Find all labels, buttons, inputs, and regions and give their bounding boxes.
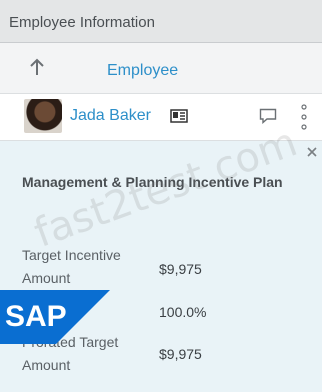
business-card-icon[interactable] [170, 109, 188, 123]
field-value-proration: 100.0% [159, 304, 207, 320]
field-value-target-incentive: $9,975 [159, 261, 202, 277]
employee-row: Jada Baker [0, 94, 322, 141]
more-options-icon[interactable] [300, 102, 308, 132]
panel-title: Employee Information [9, 14, 155, 31]
arrow-up-icon[interactable] [28, 57, 46, 77]
chat-icon[interactable] [259, 108, 277, 124]
close-icon[interactable] [306, 146, 318, 158]
panel-header: Employee Information [0, 0, 322, 43]
employee-information-panel: Employee Information Employee Jada Baker [0, 0, 322, 392]
employee-name-link[interactable]: Jada Baker [70, 107, 151, 125]
avatar[interactable] [24, 99, 62, 133]
sap-logo-text: SAP [5, 300, 67, 333]
field-value-prorated-target: $9,975 [159, 346, 202, 362]
field-label-target-incentive: Target Incentive Amount [22, 247, 121, 286]
breadcrumb-label[interactable]: Employee [107, 62, 178, 80]
plan-title: Management & Planning Incentive Plan [22, 174, 283, 190]
breadcrumb-row: Employee [0, 43, 322, 94]
sap-logo: SAP [0, 290, 110, 344]
